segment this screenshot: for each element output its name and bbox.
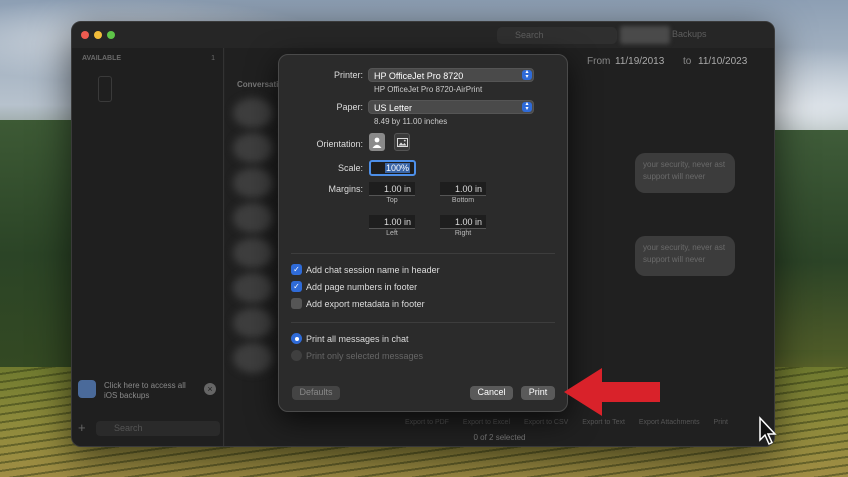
list-item[interactable] [233, 273, 273, 303]
scale-value: 100% [384, 163, 410, 173]
printer-value: HP OfficeJet Pro 8720 [374, 71, 464, 81]
date-to-label: to [683, 56, 692, 67]
print-all-radio[interactable] [291, 333, 302, 344]
export-attachments-button[interactable]: Export Attachments [639, 419, 700, 426]
printer-select[interactable]: HP OfficeJet Pro 8720 ▴ ▾ [368, 68, 534, 82]
sidebar-section-label: AVAILABLE [82, 55, 122, 62]
sidebar-footer: + Search [78, 420, 220, 438]
chevron-up-down-icon: ▴ ▾ [522, 101, 532, 112]
promo-text: Click here to access all iOS backups [104, 381, 186, 400]
list-item[interactable] [233, 98, 273, 128]
phone-icon [98, 76, 112, 102]
separator [291, 322, 555, 323]
title-bar: Search Backups [72, 22, 774, 48]
backups-label[interactable]: Backups [672, 29, 707, 39]
printer-sub: HP OfficeJet Pro 8720-AirPrint [374, 85, 483, 94]
zoom-window-button[interactable] [107, 31, 115, 39]
paper-select[interactable]: US Letter ▴ ▾ [368, 100, 534, 114]
print-selected-label: Print only selected messages [306, 351, 424, 361]
export-csv-button[interactable]: Export to CSV [524, 419, 568, 426]
margin-bottom-caption: Bottom [451, 197, 475, 204]
paper-sub: 8.49 by 11.00 inches [374, 117, 448, 126]
toolbar-print-button[interactable]: Print [714, 419, 728, 426]
paper-label: Paper: [336, 102, 363, 112]
date-from-label: From [587, 56, 611, 67]
sidebar-device-item[interactable] [82, 76, 217, 106]
paper-value: US Letter [374, 103, 413, 113]
mouse-cursor-icon [759, 416, 777, 446]
list-item[interactable] [233, 343, 273, 373]
wallpaper-trees-left [0, 120, 75, 390]
sidebar-search-input[interactable]: Search [96, 421, 220, 436]
blurred-account-name [620, 26, 670, 44]
page-numbers-footer-checkbox[interactable]: ✓ [291, 281, 302, 292]
bottom-toolbar: Export to PDF Export to Excel Export to … [405, 419, 740, 426]
margin-left-caption: Left [386, 230, 398, 237]
close-window-button[interactable] [81, 31, 89, 39]
print-selected-radio[interactable] [291, 350, 302, 361]
cancel-button[interactable]: Cancel [470, 386, 513, 400]
page-numbers-footer-label: Add page numbers in footer [306, 282, 418, 292]
add-icon[interactable]: + [78, 420, 86, 435]
close-icon[interactable]: × [204, 383, 216, 395]
message-bubble: your security, never ast support will ne… [635, 153, 735, 193]
margin-left-input[interactable]: 1.00 in [369, 215, 415, 229]
sidebar: AVAILABLE 1 Click here to access all iOS… [72, 48, 224, 446]
date-from-field[interactable]: 11/19/2013 [615, 53, 675, 71]
wallpaper-trees-right [773, 130, 848, 350]
chevron-up-down-icon: ▴ ▾ [522, 69, 532, 80]
margin-bottom-input[interactable]: 1.00 in [440, 182, 486, 196]
scale-input[interactable]: 100% [369, 160, 416, 176]
conversations-header: Conversati [237, 80, 279, 89]
print-dialog: Printer: HP OfficeJet Pro 8720 ▴ ▾ HP Off… [278, 54, 568, 412]
export-metadata-footer-checkbox[interactable] [291, 298, 302, 309]
date-to-field[interactable]: 11/10/2023 [698, 53, 760, 71]
print-all-label: Print all messages in chat [306, 334, 409, 344]
list-item[interactable] [233, 168, 273, 198]
landscape-orientation-button[interactable] [394, 133, 410, 151]
margin-right-caption: Right [454, 230, 472, 237]
list-item[interactable] [233, 203, 273, 233]
orientation-label: Orientation: [316, 139, 363, 149]
finder-icon [78, 380, 96, 398]
portrait-orientation-button[interactable] [369, 133, 385, 151]
toolbar-search-input[interactable]: Search [497, 27, 617, 44]
list-item[interactable] [233, 308, 273, 338]
export-excel-button[interactable]: Export to Excel [463, 419, 510, 426]
message-bubble: your security, never ast support will ne… [635, 236, 735, 276]
margin-top-input[interactable]: 1.00 in [369, 182, 415, 196]
margins-label: Margins: [328, 184, 363, 194]
red-arrow-icon [564, 368, 660, 416]
print-button[interactable]: Print [521, 386, 555, 400]
portrait-person-icon [372, 137, 382, 148]
margin-top-caption: Top [386, 197, 398, 204]
sidebar-section-count: 1 [211, 55, 215, 62]
ios-backups-promo[interactable]: Click here to access all iOS backups × [78, 376, 220, 406]
defaults-button[interactable]: Defaults [292, 386, 340, 400]
minimize-window-button[interactable] [94, 31, 102, 39]
margin-right-input[interactable]: 1.00 in [440, 215, 486, 229]
scale-label: Scale: [337, 163, 363, 173]
export-pdf-button[interactable]: Export to PDF [405, 419, 449, 426]
export-metadata-footer-label: Add export metadata in footer [306, 299, 425, 309]
selection-status: 0 of 2 selected [473, 433, 526, 442]
export-text-button[interactable]: Export to Text [582, 419, 625, 426]
list-item[interactable] [233, 133, 273, 163]
landscape-image-icon [396, 137, 408, 147]
separator [291, 253, 555, 254]
printer-label: Printer: [333, 70, 363, 80]
chat-name-header-checkbox[interactable]: ✓ [291, 264, 302, 275]
chat-name-header-label: Add chat session name in header [306, 265, 440, 275]
list-item[interactable] [233, 238, 273, 268]
